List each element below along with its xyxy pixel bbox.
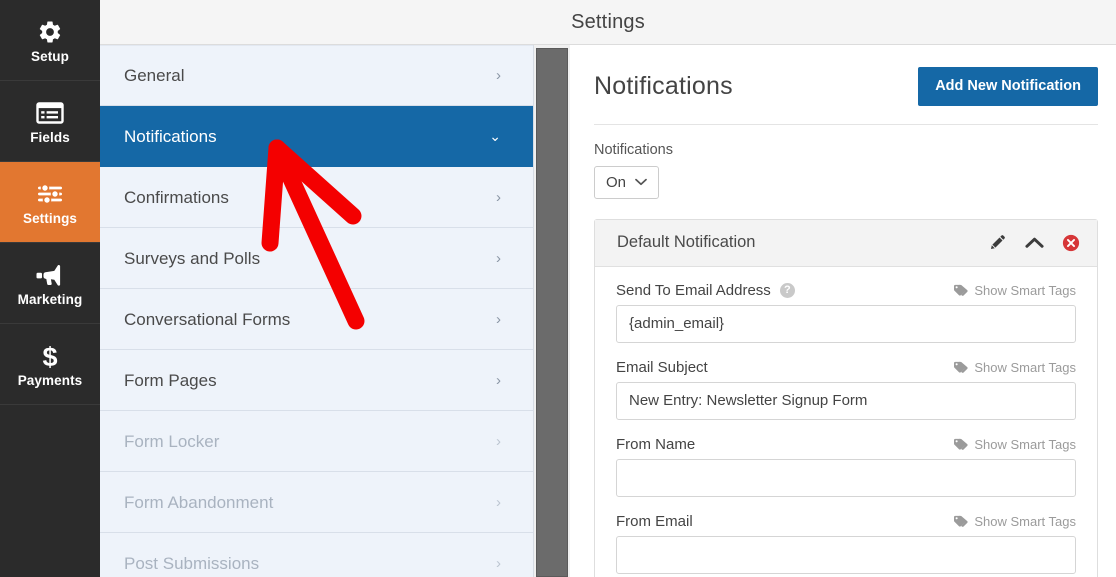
tag-icon	[954, 284, 968, 296]
from-email-input[interactable]	[616, 535, 1076, 574]
field-label-group: Send To Email Address ?	[616, 281, 795, 299]
pencil-icon[interactable]	[987, 233, 1007, 253]
tag-icon	[954, 438, 968, 450]
scrollbar-thumb[interactable]	[536, 48, 568, 577]
field-row-from-email: From Email Show Smart Tags	[616, 514, 1076, 529]
rail-item-payments[interactable]: $ Payments	[0, 324, 100, 405]
field-label: From Name	[616, 435, 696, 453]
notifications-toggle-label: Notifications	[594, 141, 673, 158]
settings-stage: Settings General › Notifications ⌄ Confi…	[100, 0, 1116, 577]
settings-menu-list: General › Notifications ⌄ Confirmations …	[100, 45, 534, 577]
field-label-group: From Email	[616, 514, 693, 529]
show-smart-tags-link[interactable]: Show Smart Tags	[954, 515, 1076, 528]
notifications-panel: Notifications Add New Notification Notif…	[570, 45, 1116, 577]
sliders-icon	[36, 179, 64, 209]
window-title-bar: Settings	[100, 0, 1116, 45]
settings-menu-item-surveys-and-polls[interactable]: Surveys and Polls ›	[100, 228, 533, 289]
rail-item-label: Setup	[30, 48, 69, 64]
field-label: Send To Email Address	[616, 281, 771, 299]
email-subject-input[interactable]	[616, 381, 1076, 420]
gear-icon	[37, 17, 63, 47]
menu-item-label: Form Locker	[124, 431, 220, 451]
settings-menu-item-form-abandonment[interactable]: Form Abandonment ›	[100, 472, 533, 533]
menu-item-label: Surveys and Polls	[124, 248, 261, 268]
dollar-icon: $	[39, 341, 61, 371]
rail-item-fields[interactable]: Fields	[0, 81, 100, 162]
chevron-right-icon: ›	[496, 310, 501, 328]
notification-actions	[987, 233, 1081, 253]
field-label-group: From Name	[616, 437, 695, 452]
chevron-right-icon: ›	[496, 371, 501, 389]
chevron-right-icon: ›	[496, 67, 501, 84]
field-row-from-name: From Name Show Smart Tags	[616, 437, 1076, 452]
show-smart-tags-label: Show Smart Tags	[974, 359, 1076, 375]
show-smart-tags-link[interactable]: Show Smart Tags	[954, 438, 1076, 451]
default-notification-card-header: Default Notification	[595, 219, 1097, 267]
rail-item-label: Settings	[22, 210, 78, 226]
chevron-up-icon[interactable]	[1024, 233, 1044, 253]
show-smart-tags-link[interactable]: Show Smart Tags	[954, 361, 1076, 374]
show-smart-tags-label: Show Smart Tags	[974, 513, 1076, 529]
menu-item-label: Confirmations	[124, 187, 229, 207]
svg-text:$: $	[42, 342, 57, 370]
chevron-right-icon: ›	[496, 188, 501, 206]
menu-item-label: Form Pages	[124, 370, 217, 390]
field-row-send-to-email-address: Send To Email Address ? Show Smart Tags	[616, 281, 1076, 299]
window-title: Settings	[571, 10, 645, 33]
notifications-toggle-select[interactable]: On	[594, 165, 660, 199]
settings-menu-scrollbar[interactable]	[534, 45, 570, 577]
settings-menu-item-conversational-forms[interactable]: Conversational Forms ›	[100, 289, 533, 350]
chevron-right-icon: ›	[496, 432, 501, 450]
notification-title: Default Notification	[617, 233, 756, 251]
fields-icon	[36, 98, 64, 128]
settings-menu-item-confirmations[interactable]: Confirmations ›	[100, 167, 533, 228]
settings-menu-item-general[interactable]: General ›	[100, 45, 533, 106]
tag-icon	[954, 361, 968, 373]
default-notification-card: Default Notification Send To Email Addre…	[594, 218, 1098, 577]
rail-item-marketing[interactable]: Marketing	[0, 243, 100, 324]
settings-screen: Setup Fields Settings Marketing $ Paymen…	[0, 0, 1116, 577]
help-icon[interactable]: ?	[779, 282, 795, 298]
rail-item-label: Fields	[30, 129, 70, 145]
field-row-email-subject: Email Subject Show Smart Tags	[616, 360, 1076, 375]
field-label: Email Subject	[616, 358, 708, 376]
rail-item-label: Marketing	[17, 291, 83, 307]
rail-item-setup[interactable]: Setup	[0, 0, 100, 81]
show-smart-tags-label: Show Smart Tags	[974, 282, 1076, 298]
menu-item-label: Conversational Forms	[124, 309, 291, 329]
rail-item-settings[interactable]: Settings	[0, 162, 100, 243]
megaphone-icon	[35, 260, 65, 290]
menu-item-label: Post Submissions	[124, 553, 260, 573]
chevron-down-icon	[635, 176, 647, 188]
tag-icon	[954, 515, 968, 527]
notifications-toggle-block: Notifications On	[594, 125, 1098, 199]
chevron-right-icon: ›	[496, 493, 501, 511]
field-label-group: Email Subject	[616, 360, 708, 375]
primary-icon-rail: Setup Fields Settings Marketing $ Paymen…	[0, 0, 100, 577]
page-title: Notifications	[594, 71, 733, 100]
settings-menu-item-post-submissions[interactable]: Post Submissions ›	[100, 533, 533, 577]
chevron-right-icon: ›	[496, 554, 501, 572]
from-name-input[interactable]	[616, 458, 1076, 497]
add-new-notification-button[interactable]: Add New Notification	[918, 67, 1098, 106]
settings-menu-item-form-pages[interactable]: Form Pages ›	[100, 350, 533, 411]
settings-menu-item-form-locker[interactable]: Form Locker ›	[100, 411, 533, 472]
notifications-toggle-value: On	[606, 173, 627, 191]
rail-empty-space	[0, 405, 100, 577]
delete-circle-icon[interactable]	[1061, 233, 1081, 253]
settings-menu-item-notifications[interactable]: Notifications ⌄	[100, 106, 533, 167]
default-notification-card-body: Send To Email Address ? Show Smart Tags …	[595, 267, 1097, 577]
show-smart-tags-label: Show Smart Tags	[974, 436, 1076, 452]
send-to-email-address-input[interactable]	[616, 304, 1076, 343]
menu-item-label: Notifications	[124, 126, 217, 146]
settings-body: General › Notifications ⌄ Confirmations …	[100, 45, 1116, 577]
show-smart-tags-link[interactable]: Show Smart Tags	[954, 284, 1076, 297]
chevron-right-icon: ›	[496, 249, 501, 267]
menu-item-label: Form Abandonment	[124, 492, 274, 512]
rail-item-label: Payments	[17, 372, 83, 388]
notifications-panel-header: Notifications Add New Notification	[594, 45, 1098, 125]
field-label: From Email	[616, 512, 693, 530]
chevron-down-icon: ⌄	[489, 128, 501, 144]
menu-item-label: General	[124, 66, 185, 85]
